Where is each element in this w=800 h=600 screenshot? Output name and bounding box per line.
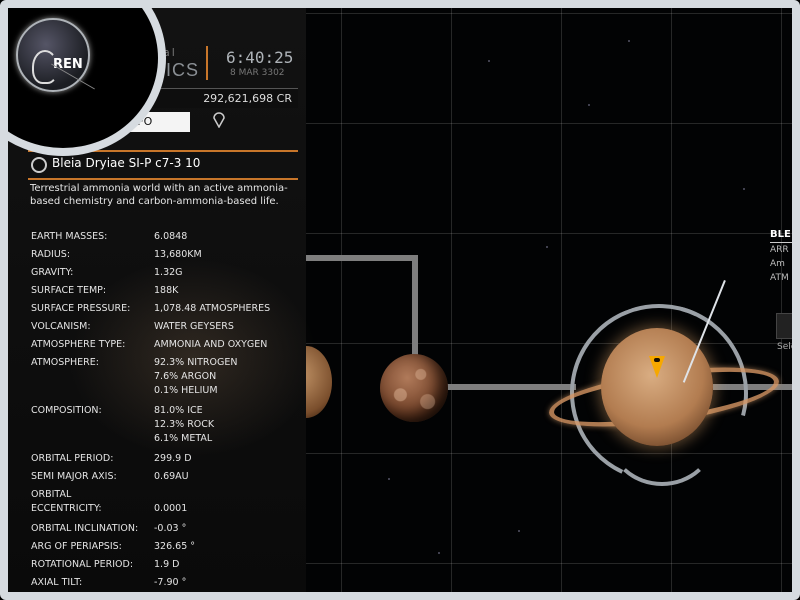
- property-value: 188K: [154, 285, 179, 296]
- property-value: 92.3% NITROGEN 7.6% ARGON 0.1% HELIUM: [154, 357, 238, 396]
- property-value: AMMONIA AND OXYGEN: [154, 339, 268, 350]
- property-label: ORBITAL INCLINATION:: [31, 523, 139, 534]
- property-label: SURFACE TEMP:: [31, 285, 107, 296]
- property-label: ROTATIONAL PERIOD:: [31, 559, 134, 570]
- property-label: ORBITAL PERIOD:: [31, 453, 114, 464]
- property-value: 1.32G: [154, 267, 183, 278]
- callout-line-text: ARR: [770, 245, 789, 255]
- property-label: RADIUS:: [31, 249, 71, 260]
- property-value: WATER GEYSERS: [154, 321, 234, 332]
- property-value: 0.0001: [154, 503, 188, 514]
- property-label: AXIAL TILT:: [31, 577, 83, 588]
- body-name: Bleia Dryiae SI-P c7-3 10: [52, 156, 201, 170]
- game-date: 8 MAR 3302: [230, 68, 285, 78]
- star: [438, 552, 440, 554]
- orbit-connector: [446, 384, 576, 390]
- property-label: GRAVITY:: [31, 267, 74, 278]
- property-value: 6.0848: [154, 231, 188, 242]
- property-label: ORBITAL ECCENTRICITY:: [31, 489, 102, 514]
- planet-moon[interactable]: [380, 354, 448, 422]
- orbit-connector: [306, 255, 418, 261]
- property-label: ATMOSPHERE:: [31, 357, 99, 368]
- property-label: COMPOSITION:: [31, 405, 102, 416]
- callout-title: BLE: [770, 228, 792, 243]
- header-divider: [206, 46, 208, 80]
- star: [588, 104, 590, 106]
- body-title-bar: Bleia Dryiae SI-P c7-3 10: [28, 150, 298, 180]
- property-label: ARG OF PERIAPSIS:: [31, 541, 122, 552]
- commander-badge-label: REN: [53, 57, 83, 72]
- callout-line-text: Am: [770, 259, 785, 269]
- game-window: BLE ARR Am ATM Sele ersal APHICS 6:40:25…: [0, 0, 800, 600]
- star: [546, 246, 548, 248]
- property-value: 0.69AU: [154, 471, 189, 482]
- body-callout: BLE ARR Am ATM: [770, 228, 792, 285]
- star: [488, 60, 490, 62]
- property-value: 299.9 D: [154, 453, 192, 464]
- property-value: -0.03 °: [154, 523, 187, 534]
- credits-balance: 292,621,698 CR: [128, 88, 298, 108]
- property-value: 81.0% ICE 12.3% ROCK 6.1% METAL: [154, 405, 215, 444]
- property-value: 13,680KM: [154, 249, 202, 260]
- property-value: 1,078.48 ATMOSPHERES: [154, 303, 271, 314]
- target-marker-dot: [654, 358, 660, 362]
- callout-line-text: ATM: [770, 273, 789, 283]
- property-label: ATMOSPHERE TYPE:: [31, 339, 126, 350]
- location-pin-icon[interactable]: [190, 112, 248, 132]
- orbit-connector: [412, 255, 418, 355]
- callout-action-button[interactable]: [776, 313, 792, 339]
- property-value: 1.9 D: [154, 559, 180, 570]
- property-label: SEMI MAJOR AXIS:: [31, 471, 117, 482]
- property-value: -7.90 °: [154, 577, 187, 588]
- property-value: 326.65 °: [154, 541, 196, 552]
- star: [388, 478, 390, 480]
- callout-select-label[interactable]: Sele: [777, 342, 792, 352]
- body-description: Terrestrial ammonia world with an active…: [30, 183, 288, 207]
- body-type-icon: [31, 157, 47, 173]
- star: [518, 530, 520, 532]
- star: [628, 40, 630, 42]
- property-label: SURFACE PRESSURE:: [31, 303, 131, 314]
- system-map-grid[interactable]: [306, 8, 792, 592]
- game-clock: 6:40:25: [226, 48, 294, 67]
- star: [743, 188, 745, 190]
- property-label: EARTH MASSES:: [31, 231, 108, 242]
- property-label: VOLCANISM:: [31, 321, 91, 332]
